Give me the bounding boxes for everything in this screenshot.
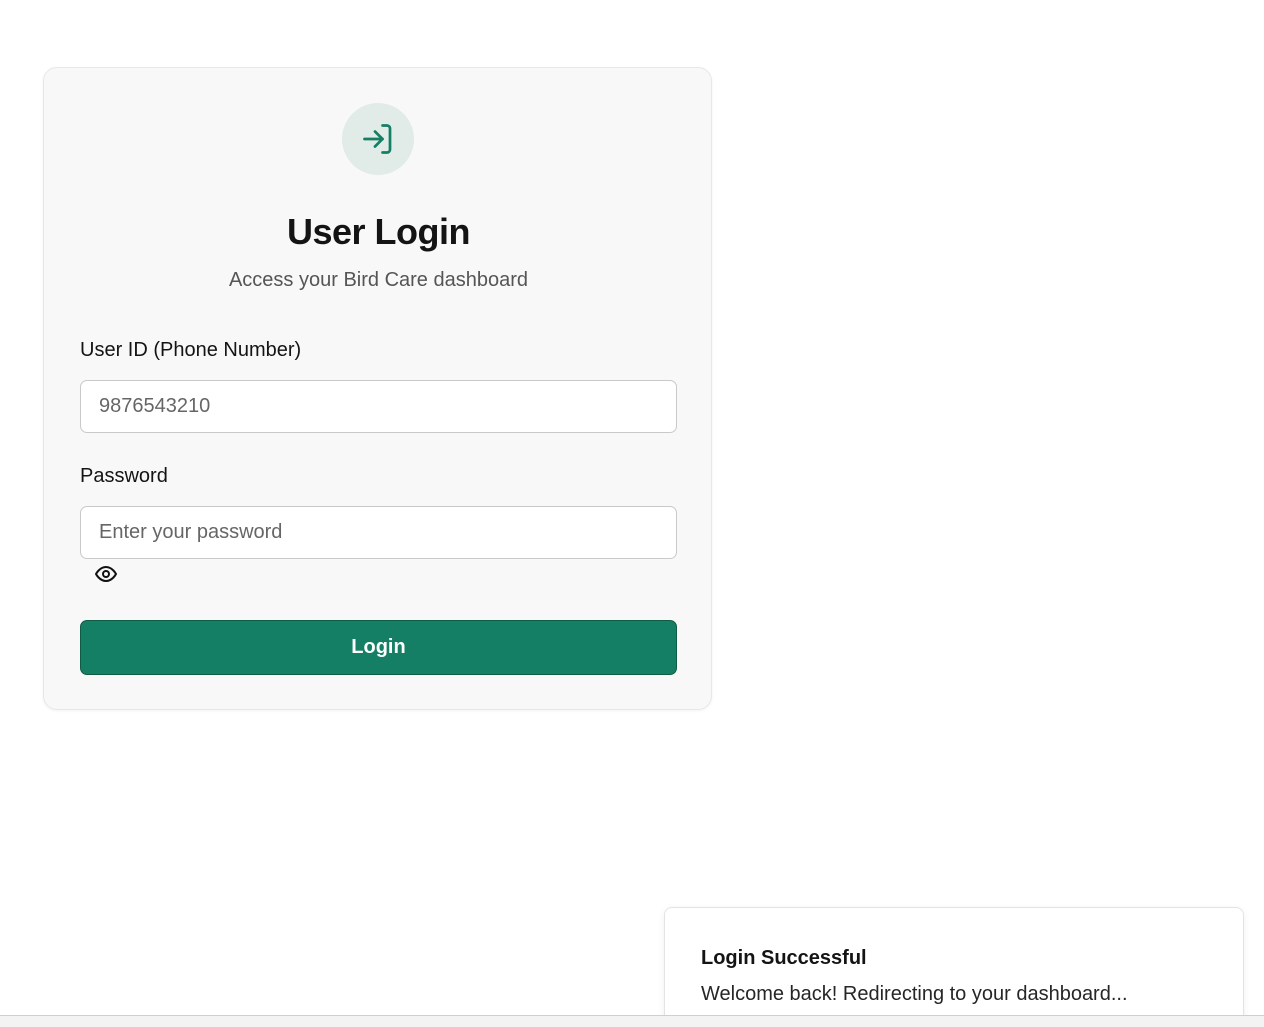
user-id-label: User ID (Phone Number) — [80, 339, 302, 361]
toast-message: Welcome back! Redirecting to your dashbo… — [701, 983, 1128, 1005]
user-id-input[interactable] — [80, 380, 677, 433]
login-button[interactable]: Login — [80, 620, 677, 675]
login-page: User Login Access your Bird Care dashboa… — [0, 0, 1264, 1027]
login-card: User Login Access your Bird Care dashboa… — [43, 67, 712, 710]
login-arrow-icon — [363, 124, 392, 154]
page-title: User Login — [286, 211, 471, 252]
password-label: Password — [80, 465, 168, 487]
show-password-toggle[interactable] — [94, 562, 118, 586]
window-bottom-edge — [0, 1015, 1264, 1027]
page-subtitle: Access your Bird Care dashboard — [228, 269, 529, 291]
eye-icon — [95, 566, 117, 582]
login-success-toast: Login Successful Welcome back! Redirecti… — [664, 907, 1244, 1027]
login-icon-badge — [342, 103, 414, 175]
password-input[interactable] — [80, 506, 677, 559]
toast-title: Login Successful — [701, 947, 867, 969]
